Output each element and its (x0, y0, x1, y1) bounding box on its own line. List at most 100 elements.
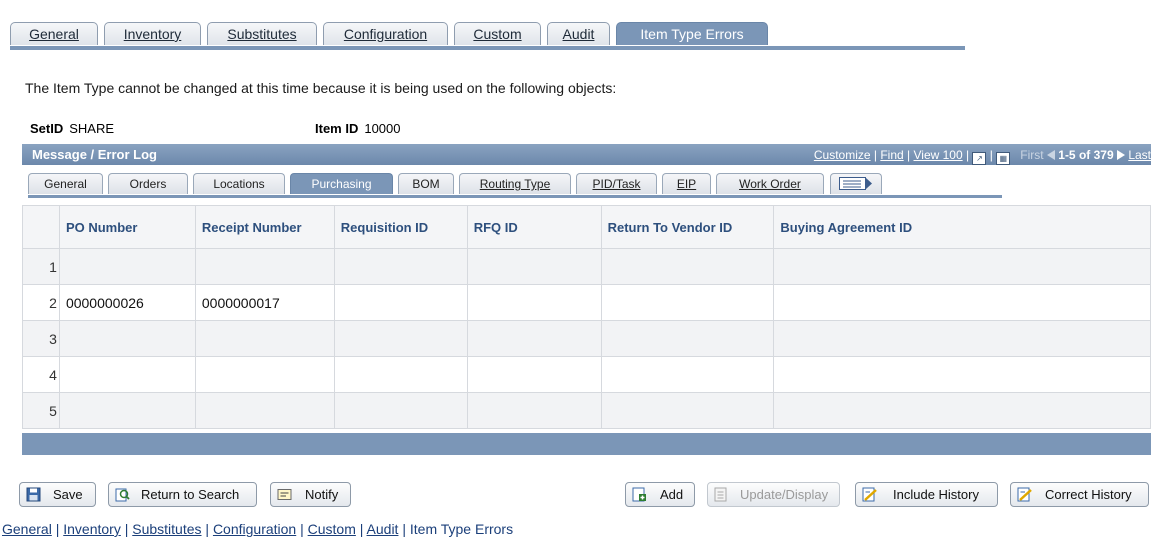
include-history-icon (862, 487, 877, 502)
link-separator: | (55, 521, 60, 537)
correct-history-button[interactable]: Correct History (1010, 482, 1149, 507)
include-history-button[interactable]: Include History (855, 482, 998, 507)
row-number: 5 (22, 392, 60, 429)
requisition-id-cell (333, 284, 468, 321)
link-separator: | (300, 521, 304, 537)
view-100-link[interactable]: View 100 (913, 148, 962, 162)
correct-history-icon (1017, 487, 1032, 502)
itemid-value: 10000 (364, 121, 401, 136)
find-link[interactable]: Find (880, 148, 903, 162)
column-header-po-number[interactable]: PO Number (58, 205, 196, 249)
tab-audit[interactable]: Audit (547, 22, 610, 45)
customize-link[interactable]: Customize (814, 148, 871, 162)
footer-current-item-type-errors: Item Type Errors (409, 521, 514, 537)
buying-agreement-id-cell (773, 356, 1151, 393)
buying-agreement-id-cell (773, 284, 1151, 321)
save-icon (26, 487, 41, 502)
row-number: 4 (22, 356, 60, 393)
return-to-vendor-id-cell (600, 356, 775, 393)
grid-title: Message / Error Log (32, 147, 157, 162)
subtab-bom[interactable]: BOM (398, 173, 454, 194)
add-button[interactable]: Add (625, 482, 695, 507)
next-arrow-icon[interactable] (1116, 150, 1125, 160)
requisition-id-cell (333, 248, 468, 285)
po-number-cell (58, 356, 196, 393)
tabs-underline (10, 46, 965, 50)
notify-icon (277, 489, 292, 500)
tab-inventory[interactable]: Inventory (104, 22, 201, 45)
rfq-id-cell (466, 284, 602, 321)
notify-label: Notify (305, 487, 339, 502)
receipt-number-cell (194, 392, 335, 429)
row-range: 1-5 of 379 (1058, 148, 1114, 162)
table-row: 2 0000000026 0000000017 (22, 284, 1151, 321)
return-to-vendor-id-cell (600, 320, 775, 357)
subtabs-underline (28, 195, 1002, 198)
grid-footer-bar (22, 433, 1151, 455)
tab-substitutes[interactable]: Substitutes (207, 22, 317, 45)
grid-navigation: Customize | Find | View 100 | ↗ | ▦ Firs… (813, 148, 1151, 165)
tab-item-type-errors[interactable]: Item Type Errors (616, 22, 768, 45)
grid-header: Message / Error Log Customize | Find | V… (22, 144, 1151, 165)
download-grid-icon[interactable]: ▦ (996, 152, 1011, 165)
itemid-field: Item ID 10000 (315, 121, 401, 136)
tab-general[interactable]: General (10, 22, 98, 45)
column-header-receipt-number[interactable]: Receipt Number (194, 205, 335, 249)
subtab-general[interactable]: General (28, 173, 103, 194)
previous-arrow-icon (1046, 150, 1055, 160)
footer-page-links: General | Inventory | Substitutes | Conf… (2, 521, 513, 537)
receipt-number-cell (194, 356, 335, 393)
po-number-cell: 0000000026 (58, 284, 196, 321)
link-separator: | (205, 521, 210, 537)
footer-link-inventory[interactable]: Inventory (63, 521, 121, 537)
item-type-notice: The Item Type cannot be changed at this … (25, 80, 617, 96)
notify-button[interactable]: Notify (270, 482, 351, 507)
column-header-buying-agreement-id[interactable]: Buying Agreement ID (773, 205, 1151, 249)
tab-custom[interactable]: Custom (454, 22, 541, 45)
footer-link-configuration[interactable]: Configuration (213, 521, 296, 537)
add-label: Add (660, 487, 684, 502)
subtab-purchasing[interactable]: Purchasing (290, 173, 393, 194)
save-button-label: Save (53, 487, 83, 502)
footer-link-general[interactable]: General (2, 521, 52, 537)
last-link[interactable]: Last (1128, 148, 1151, 162)
po-number-cell (58, 248, 196, 285)
rfq-id-cell (466, 392, 602, 429)
zoom-icon[interactable]: ↗ (972, 152, 987, 165)
table-row: 3 (22, 320, 1151, 357)
subtab-locations[interactable]: Locations (193, 173, 285, 194)
subtab-orders[interactable]: Orders (108, 173, 188, 194)
buying-agreement-id-cell (773, 320, 1151, 357)
return-to-search-button[interactable]: Return to Search (108, 482, 257, 507)
show-all-columns-icon[interactable] (830, 173, 882, 194)
itemid-label: Item ID (315, 121, 359, 136)
buying-agreement-id-cell (773, 248, 1151, 285)
first-link: First (1020, 148, 1044, 162)
subtab-routing-type[interactable]: Routing Type (459, 173, 571, 194)
footer-link-substitutes[interactable]: Substitutes (132, 521, 201, 537)
subtab-eip[interactable]: EIP (662, 173, 711, 194)
update-display-button: Update/Display (707, 482, 840, 507)
table-row: 5 (22, 392, 1151, 429)
footer-link-custom[interactable]: Custom (308, 521, 356, 537)
setid-label: SetID (30, 121, 64, 136)
save-button[interactable]: Save (19, 482, 96, 507)
row-number: 2 (22, 284, 60, 321)
add-icon (632, 487, 646, 502)
footer-link-audit[interactable]: Audit (367, 521, 399, 537)
row-number: 1 (22, 248, 60, 285)
receipt-number-cell (194, 248, 335, 285)
column-header-requisition-id[interactable]: Requisition ID (333, 205, 468, 249)
subtab-pid-task[interactable]: PID/Task (576, 173, 657, 194)
return-to-search-label: Return to Search (141, 487, 240, 502)
update-display-label: Update/Display (740, 487, 829, 502)
receipt-number-cell: 0000000017 (194, 284, 335, 321)
table-header-row: PO Number Receipt Number Requisition ID … (22, 205, 1151, 249)
rfq-id-cell (466, 320, 602, 357)
column-header-rfq-id[interactable]: RFQ ID (466, 205, 602, 249)
requisition-id-cell (333, 320, 468, 357)
subtab-work-order[interactable]: Work Order (716, 173, 824, 194)
tab-configuration[interactable]: Configuration (323, 22, 448, 45)
column-header-return-to-vendor-id[interactable]: Return To Vendor ID (600, 205, 775, 249)
receipt-number-cell (194, 320, 335, 357)
